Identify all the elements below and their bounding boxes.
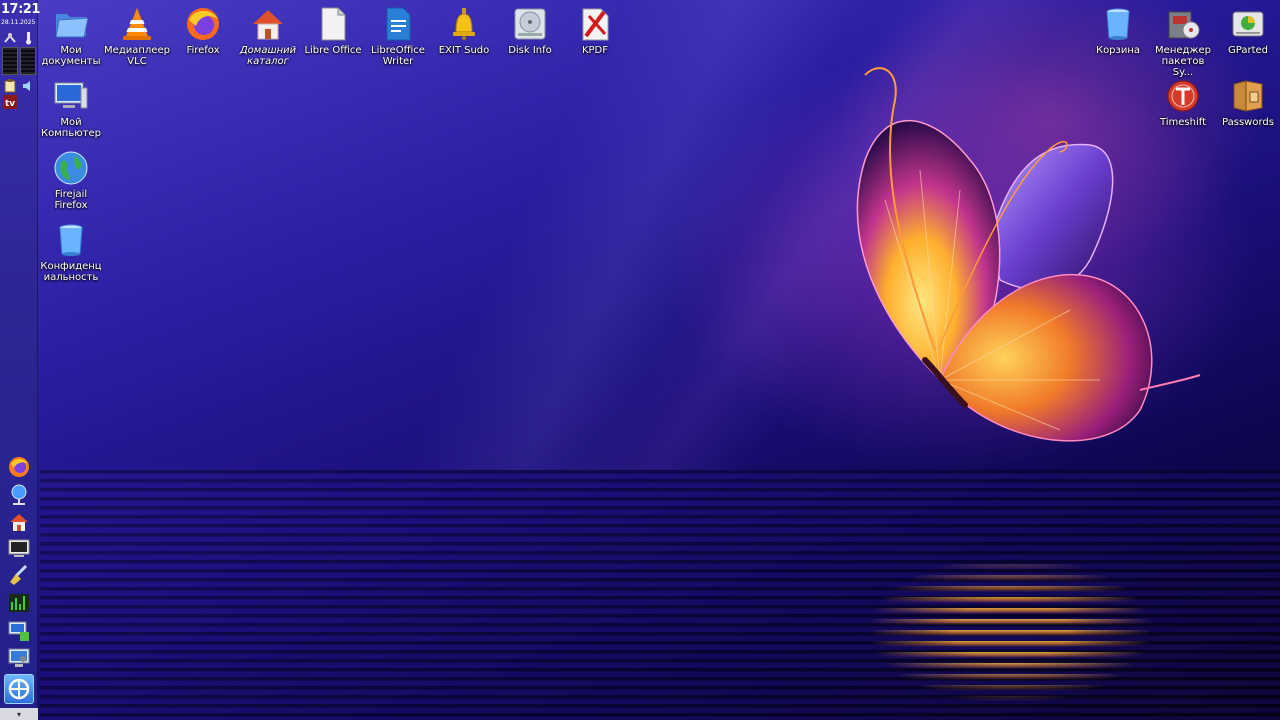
cpu-meter[interactable]	[2, 47, 18, 75]
desktop-icon-label: Конфиденциальность	[40, 261, 102, 283]
desktop-icon-label: GParted	[1228, 45, 1268, 56]
computer-icon	[54, 82, 88, 109]
system-monitor-icon	[9, 594, 29, 612]
firefox-icon	[187, 8, 219, 40]
desktop-icon-timeshift[interactable]: Timeshift	[1150, 78, 1216, 128]
desktop-icon-trash[interactable]: Корзина	[1085, 6, 1151, 56]
launcher-cleaner[interactable]	[7, 563, 31, 587]
home-folder-icon	[253, 10, 283, 40]
wallpaper-reflection	[820, 520, 1200, 720]
network-tray-icon[interactable]	[3, 31, 17, 45]
globe-icon	[54, 151, 88, 185]
desktop-icon-home[interactable]: Домашний каталог	[235, 6, 301, 67]
desktop-icon-vlc[interactable]: Медиаплеер VLC	[104, 6, 170, 67]
writer-icon	[386, 7, 411, 41]
teamviewer-tray-icon[interactable]: tv	[3, 95, 17, 109]
panel-scroll-down[interactable]: ▾	[0, 708, 38, 720]
desktop-icon-label: Мои документы	[41, 45, 101, 67]
desktop-icon-exit-sudo[interactable]: EXIT Sudo	[431, 6, 497, 56]
desktop-icon-writer[interactable]: LibreOffice Writer	[365, 6, 431, 67]
desktop-icon-my-documents[interactable]: Мои документы	[38, 6, 104, 67]
desktop-icon-kpdf[interactable]: KPDF	[562, 6, 628, 56]
launcher-display-settings[interactable]	[7, 646, 31, 670]
volume-icon[interactable]	[21, 79, 35, 93]
left-panel: 17:21 28.11.2025 tv ▾	[0, 0, 40, 720]
launcher-system-monitor[interactable]	[7, 591, 31, 615]
passwords-icon	[1233, 80, 1263, 112]
launcher-remote-desktop[interactable]	[7, 619, 31, 643]
desktop-icon-label: LibreOffice Writer	[371, 45, 425, 67]
launcher-firefox[interactable]	[7, 455, 31, 479]
desktop-icon-firefox[interactable]: Firefox	[170, 6, 236, 56]
chevron-down-icon: ▾	[16, 709, 21, 719]
desktop-icon-gparted[interactable]: GParted	[1215, 6, 1280, 56]
launcher-terminal[interactable]	[7, 536, 31, 560]
desktop-icon-disk-info[interactable]: Disk Info	[497, 6, 563, 56]
bell-icon	[453, 8, 475, 40]
memory-meter[interactable]	[20, 47, 36, 75]
clock-time[interactable]: 17:21	[1, 2, 40, 17]
clock-date[interactable]: 28.11.2025	[1, 19, 39, 26]
clipboard-icon[interactable]	[3, 79, 17, 93]
desktop-icon-label: Корзина	[1095, 45, 1141, 56]
desktop-icon-label: KPDF	[581, 45, 609, 56]
desktop-icon-label: Libre Office	[304, 45, 362, 56]
package-manager-icon	[1168, 11, 1200, 39]
remote-desktop-icon	[8, 621, 29, 641]
start-menu-icon	[8, 678, 30, 700]
desktop-icon-label: Firejail Firefox	[54, 189, 88, 211]
start-menu-button[interactable]	[4, 674, 34, 704]
desktop-icon-label: Disk Info	[508, 45, 552, 56]
kpdf-icon	[582, 8, 609, 41]
desktop-icon-firejail-firefox[interactable]: Firejail Firefox	[38, 150, 104, 211]
vlc-icon	[123, 8, 151, 40]
libreoffice-icon	[321, 7, 346, 41]
thermometer-icon[interactable]	[21, 31, 35, 45]
gparted-icon	[1232, 11, 1264, 37]
cleaner-brush-icon	[10, 564, 28, 585]
desktop-icon-libreoffice[interactable]: Libre Office	[300, 6, 366, 56]
desktop-icon-package-manager[interactable]: Менеджер пакетов Sy...	[1150, 6, 1216, 78]
desktop-icon-label: EXIT Sudo	[438, 45, 490, 56]
desktop-icon-label: Домашний каталог	[239, 45, 297, 67]
desktop-icon-passwords[interactable]: Passwords	[1215, 78, 1280, 128]
timeshift-icon	[1167, 80, 1199, 112]
documents-folder-icon	[55, 14, 89, 38]
svg-text:tv: tv	[5, 99, 15, 109]
desktop-icon-label: Timeshift	[1159, 117, 1207, 128]
terminal-icon	[8, 539, 30, 557]
disk-icon	[514, 8, 546, 40]
desktop-icon-label: Passwords	[1222, 117, 1274, 128]
launcher-network[interactable]	[7, 483, 31, 507]
home-folder-icon	[10, 514, 28, 531]
desktop-icon-my-computer[interactable]: Мой Компьютер	[38, 78, 104, 139]
desktop-icon-label: Менеджер пакетов Sy...	[1155, 45, 1211, 78]
network-icon	[11, 484, 27, 505]
desktop-icon-label: Мой Компьютер	[41, 117, 101, 139]
desktop-icon-privacy[interactable]: Конфиденциальность	[38, 222, 104, 283]
launcher-home[interactable]	[7, 510, 31, 534]
privacy-trash-icon	[59, 224, 83, 256]
desktop-icon-label: Медиаплеер VLC	[104, 45, 170, 67]
trash-icon	[1106, 8, 1130, 40]
display-settings-icon	[8, 648, 30, 667]
desktop-icon-label: Firefox	[186, 45, 220, 56]
firefox-icon	[9, 457, 29, 477]
